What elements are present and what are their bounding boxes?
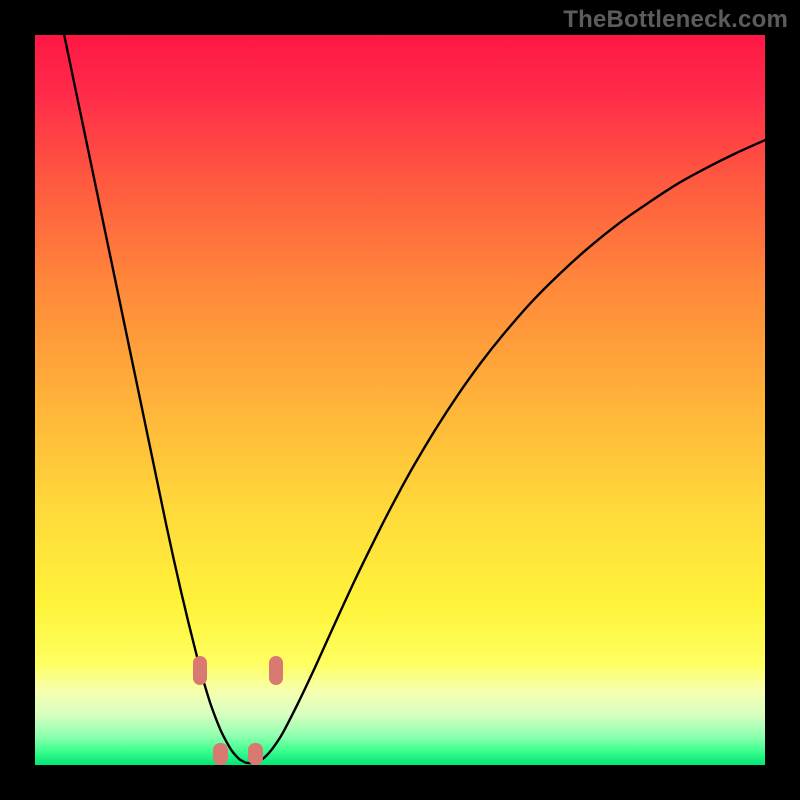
curve-marker — [193, 656, 208, 685]
curve-marker — [269, 656, 284, 685]
chart-frame: TheBottleneck.com — [0, 0, 800, 800]
plot-area — [35, 35, 765, 765]
curve-marker — [248, 743, 263, 765]
watermark-text: TheBottleneck.com — [563, 6, 788, 34]
curve-marker — [213, 743, 228, 765]
bottleneck-curve — [35, 35, 765, 765]
